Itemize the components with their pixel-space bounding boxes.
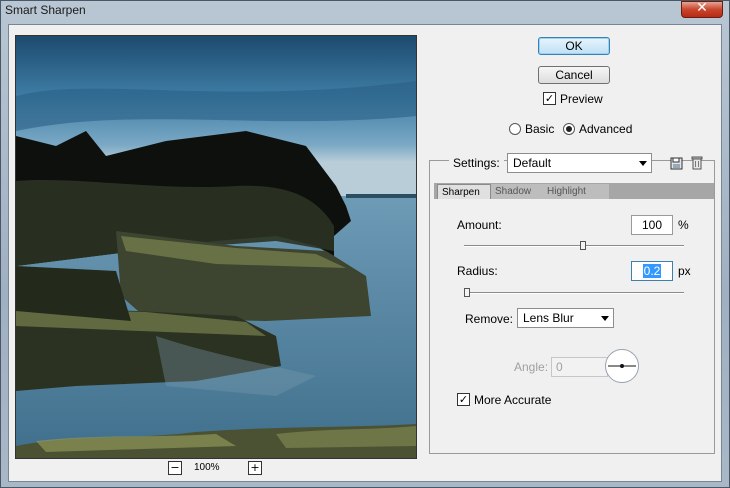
amount-slider-track[interactable] xyxy=(464,245,684,247)
tab-highlight[interactable]: Highlight xyxy=(543,184,609,199)
more-accurate-label: More Accurate xyxy=(474,393,552,407)
preview-checkbox[interactable]: ✓ xyxy=(543,92,556,105)
angle-label: Angle: xyxy=(514,360,549,374)
smart-sharpen-dialog: Smart Sharpen ✕ − 100% + OK Cancel ✓ Pre… xyxy=(0,0,730,488)
angle-dial-needle-icon xyxy=(608,364,636,368)
settings-dropdown[interactable]: Default xyxy=(507,153,652,173)
tab-sharpen[interactable]: Sharpen xyxy=(437,184,491,199)
amount-label: Amount: xyxy=(457,218,502,232)
close-icon: ✕ xyxy=(696,0,708,16)
settings-label: Settings: xyxy=(449,156,504,170)
radius-label: Radius: xyxy=(457,264,498,278)
remove-dropdown[interactable]: Lens Blur xyxy=(517,308,614,328)
angle-input[interactable]: 0 xyxy=(551,357,608,377)
window-title: Smart Sharpen xyxy=(5,3,86,17)
title-bar[interactable]: Smart Sharpen ✕ xyxy=(1,0,729,23)
zoom-in-button[interactable]: + xyxy=(248,461,262,475)
landscape-preview xyxy=(16,36,416,458)
tab-strip: Sharpen Shadow Highlight xyxy=(434,183,714,199)
dialog-body: − 100% + OK Cancel ✓ Preview Basic Advan… xyxy=(8,24,722,482)
radius-input[interactable]: 0.2 xyxy=(631,261,673,281)
chevron-down-icon xyxy=(639,161,647,166)
trash-icon[interactable] xyxy=(689,155,705,171)
more-accurate-checkbox[interactable]: ✓ xyxy=(457,393,470,406)
amount-slider-thumb[interactable] xyxy=(580,241,586,250)
preview-image[interactable] xyxy=(15,35,417,459)
radius-slider-track[interactable] xyxy=(464,292,684,294)
radius-slider-thumb[interactable] xyxy=(464,288,470,297)
remove-label: Remove: xyxy=(465,312,514,326)
remove-value: Lens Blur xyxy=(523,311,574,325)
angle-dial[interactable] xyxy=(605,349,639,383)
settings-value: Default xyxy=(513,156,552,170)
zoom-out-button[interactable]: − xyxy=(168,461,182,475)
radius-value: 0.2 xyxy=(642,264,662,278)
advanced-label: Advanced xyxy=(579,122,633,136)
basic-label: Basic xyxy=(525,122,555,136)
tab-shadow[interactable]: Shadow xyxy=(491,184,543,199)
chevron-down-icon xyxy=(601,316,609,321)
close-button[interactable]: ✕ xyxy=(681,0,723,18)
amount-input[interactable]: 100 xyxy=(631,215,673,235)
preview-label: Preview xyxy=(560,92,603,106)
basic-radio[interactable] xyxy=(509,123,521,135)
radius-unit: px xyxy=(678,264,691,278)
amount-unit: % xyxy=(678,218,689,232)
ok-button[interactable]: OK xyxy=(538,37,610,55)
save-settings-icon[interactable] xyxy=(669,155,685,171)
advanced-radio[interactable] xyxy=(563,123,575,135)
zoom-level: 100% xyxy=(194,462,220,473)
cancel-button[interactable]: Cancel xyxy=(538,66,610,84)
